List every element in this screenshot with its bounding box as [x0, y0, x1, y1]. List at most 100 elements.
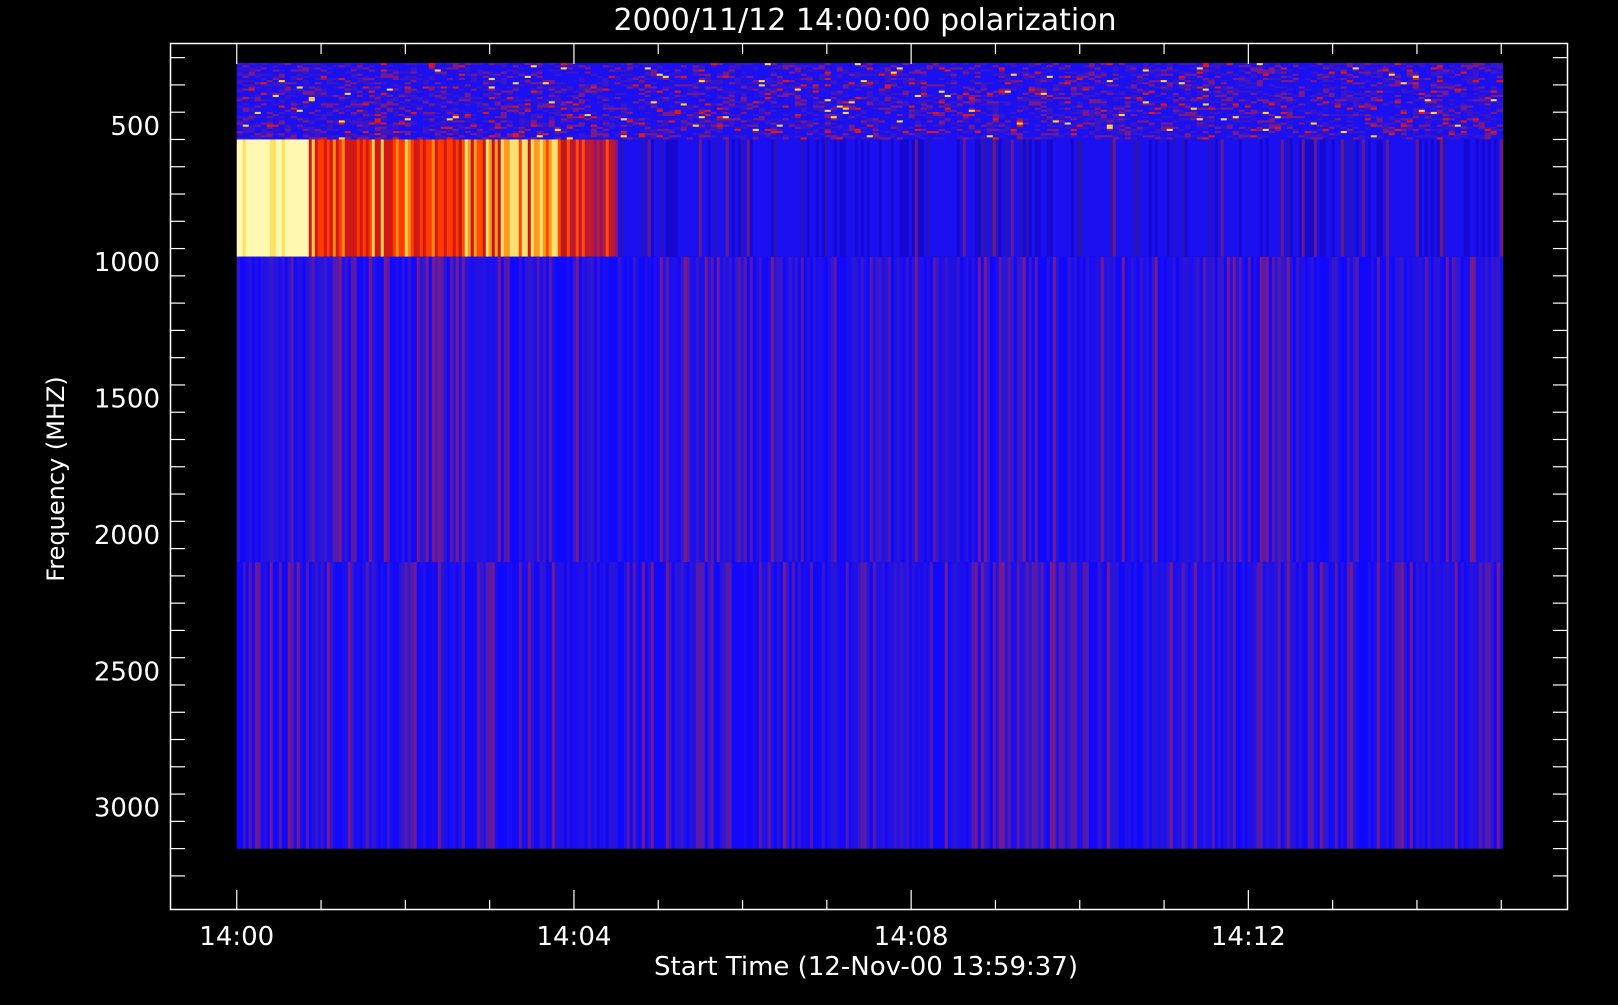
- heatmap-cell: [1088, 103, 1096, 106]
- heatmap-cell: [830, 63, 838, 66]
- heatmap-cell: [752, 111, 760, 115]
- heatmap-cell: [1076, 65, 1084, 68]
- heatmap-cell: [524, 105, 532, 108]
- heatmap-cell: [1094, 88, 1102, 91]
- heatmap-cell: [818, 101, 826, 104]
- heatmap-cell: [494, 75, 502, 79]
- heatmap-cell: [1232, 84, 1240, 87]
- heatmap-cell: [1286, 86, 1294, 89]
- heatmap-cell: [854, 80, 862, 83]
- heatmap-cell: [1166, 63, 1174, 66]
- heatmap-cell: [260, 99, 268, 102]
- heatmap-cell: [620, 94, 628, 98]
- heatmap-cell: [1256, 97, 1264, 100]
- heatmap-cell: [1460, 84, 1468, 87]
- heatmap-cell: [1058, 92, 1066, 96]
- heatmap-cell: [416, 71, 424, 75]
- heatmap-cell: [1238, 80, 1246, 83]
- heatmap-cell: [278, 71, 286, 75]
- heatmap-cell: [518, 101, 526, 104]
- heatmap-cell: [332, 73, 340, 77]
- heatmap-cell: [416, 101, 424, 104]
- heatmap-cell: [326, 99, 334, 102]
- heatmap-cell: [1394, 90, 1402, 94]
- heatmap-cell: [1352, 92, 1360, 96]
- heatmap-cell: [1118, 99, 1126, 102]
- heatmap-cell: [1010, 84, 1018, 87]
- heatmap-cell: [614, 109, 622, 113]
- heatmap-cell: [782, 94, 790, 98]
- heatmap-cell: [1472, 75, 1480, 79]
- heatmap-cell: [980, 63, 988, 66]
- heatmap-cell: [1148, 101, 1156, 104]
- heatmap-cell: [452, 111, 460, 115]
- heatmap-cell: [1034, 63, 1042, 66]
- heatmap-cell: [926, 111, 934, 115]
- heatmap-cell: [1238, 73, 1246, 77]
- heatmap-cell: [1334, 99, 1342, 102]
- heatmap-cell: [650, 80, 658, 83]
- heatmap-cell: [1460, 99, 1468, 102]
- heatmap-cell: [1388, 84, 1396, 87]
- heatmap-cell: [668, 86, 676, 89]
- heatmap-cell: [860, 94, 868, 98]
- heatmap-cell: [614, 94, 622, 98]
- heatmap-cell: [1382, 97, 1390, 100]
- heatmap-cell: [620, 103, 628, 106]
- heatmap-cell: [1028, 94, 1036, 98]
- heatmap-cell: [836, 101, 844, 104]
- heatmap-cell: [278, 103, 286, 106]
- heatmap-cell: [1010, 111, 1018, 115]
- heatmap-cell: [914, 82, 922, 85]
- heatmap-cell: [308, 105, 316, 108]
- heatmap-cell: [1256, 67, 1264, 70]
- heatmap-cell: [1160, 80, 1168, 83]
- heatmap-cell: [1232, 90, 1240, 94]
- heatmap-cell: [1436, 109, 1444, 113]
- heatmap-cell: [1208, 103, 1216, 106]
- heatmap-cell: [1346, 82, 1354, 85]
- heatmap-cell: [350, 69, 358, 72]
- heatmap-cell: [404, 69, 412, 72]
- heatmap-cell: [368, 69, 376, 72]
- heatmap-cell: [242, 90, 250, 94]
- heatmap-cell: [1064, 77, 1072, 81]
- heatmap-cell: [476, 63, 484, 66]
- heatmap-cell: [1340, 86, 1348, 89]
- heatmap-cell: [1286, 90, 1294, 94]
- heatmap-cell: [950, 82, 958, 85]
- heatmap-cell: [914, 80, 922, 83]
- heatmap-cell: [1250, 77, 1258, 81]
- heatmap-cell: [848, 101, 856, 104]
- heatmap-cell: [1418, 92, 1426, 96]
- heatmap-cell: [1232, 77, 1240, 81]
- heatmap-cell: [1430, 90, 1438, 94]
- heatmap-cell: [482, 94, 490, 98]
- heatmap-cell: [1094, 105, 1102, 108]
- heatmap-cell: [872, 94, 880, 98]
- heatmap-cell: [638, 63, 646, 66]
- heatmap-cell: [296, 103, 304, 106]
- heatmap-cell: [296, 90, 304, 94]
- heatmap-cell: [704, 67, 712, 70]
- heatmap-cell: [1460, 63, 1468, 66]
- heatmap-cell: [1118, 73, 1126, 77]
- heatmap-cell: [1412, 92, 1420, 96]
- heatmap-cell: [902, 84, 910, 87]
- heatmap-cell: [800, 73, 808, 77]
- heatmap-cell: [680, 99, 688, 102]
- heatmap-cell: [1064, 107, 1072, 111]
- heatmap-cell: [578, 88, 586, 91]
- heatmap-cell: [1070, 67, 1078, 70]
- heatmap-cell: [632, 84, 640, 87]
- heatmap-cell: [236, 67, 244, 70]
- heatmap-cell: [1268, 67, 1276, 70]
- heatmap-cell: [488, 65, 496, 68]
- heatmap-cell: [626, 99, 634, 102]
- heatmap-cell: [524, 103, 532, 106]
- heatmap-cell: [356, 65, 364, 68]
- heatmap-cell: [638, 111, 646, 115]
- heatmap-cell: [1274, 80, 1282, 83]
- heatmap-cell: [800, 82, 808, 85]
- heatmap-cell: [500, 101, 508, 104]
